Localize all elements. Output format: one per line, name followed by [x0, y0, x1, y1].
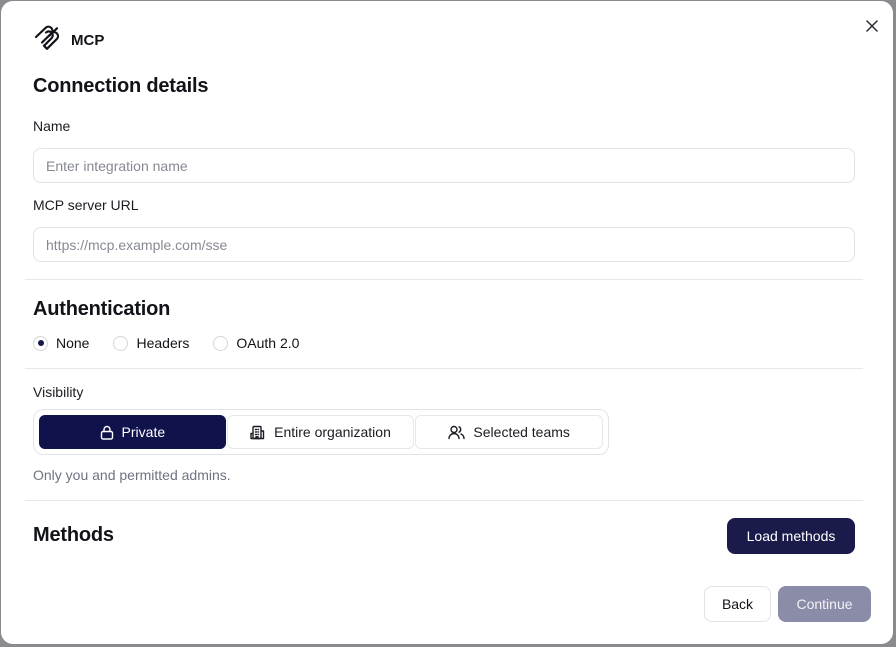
name-input[interactable] [33, 148, 855, 183]
radio-unchecked-icon[interactable] [213, 335, 229, 351]
divider [25, 500, 863, 501]
authentication-options: None Headers OAuth 2.0 [33, 335, 299, 351]
auth-option-label: OAuth 2.0 [236, 335, 300, 351]
load-methods-button[interactable]: Load methods [727, 518, 855, 554]
visibility-selector: Private Entire organization Selected tea… [33, 409, 609, 455]
visibility-option-private[interactable]: Private [39, 415, 226, 449]
divider [25, 368, 863, 369]
visibility-option-label: Entire organization [274, 424, 391, 440]
visibility-helper-text: Only you and permitted admins. [33, 467, 231, 483]
visibility-option-label: Private [121, 424, 166, 440]
auth-option-label: Headers [136, 335, 190, 351]
brand: MCP [33, 25, 104, 55]
methods-title: Methods [33, 524, 114, 546]
mcp-connection-dialog: MCP Connection details Name MCP server U… [1, 1, 893, 644]
radio-unchecked-icon[interactable] [113, 335, 129, 351]
visibility-option-selected-teams[interactable]: Selected teams [415, 415, 604, 449]
visibility-option-entire-organization[interactable]: Entire organization [226, 415, 415, 449]
auth-option-headers[interactable]: Headers [113, 335, 189, 351]
radio-checked-icon[interactable] [33, 335, 48, 351]
visibility-option-label: Selected teams [473, 424, 570, 440]
continue-button[interactable]: Continue [778, 586, 871, 622]
lock-icon [100, 425, 113, 440]
building-icon [250, 425, 265, 439]
mcp-logo-icon [34, 25, 60, 50]
name-label: Name [33, 118, 71, 134]
users-icon [448, 425, 466, 439]
auth-option-label: None [56, 335, 90, 351]
auth-option-oauth[interactable]: OAuth 2.0 [213, 335, 299, 351]
authentication-title: Authentication [33, 298, 171, 320]
server-url-label: MCP server URL [33, 197, 139, 213]
auth-option-none[interactable]: None [33, 335, 89, 351]
brand-name: MCP [71, 31, 105, 49]
connection-details-title: Connection details [33, 75, 209, 97]
close-icon [866, 20, 878, 32]
divider [25, 279, 863, 280]
server-url-input[interactable] [33, 227, 855, 262]
visibility-label: Visibility [33, 384, 84, 400]
back-button[interactable]: Back [704, 586, 771, 622]
close-button[interactable] [861, 15, 883, 37]
